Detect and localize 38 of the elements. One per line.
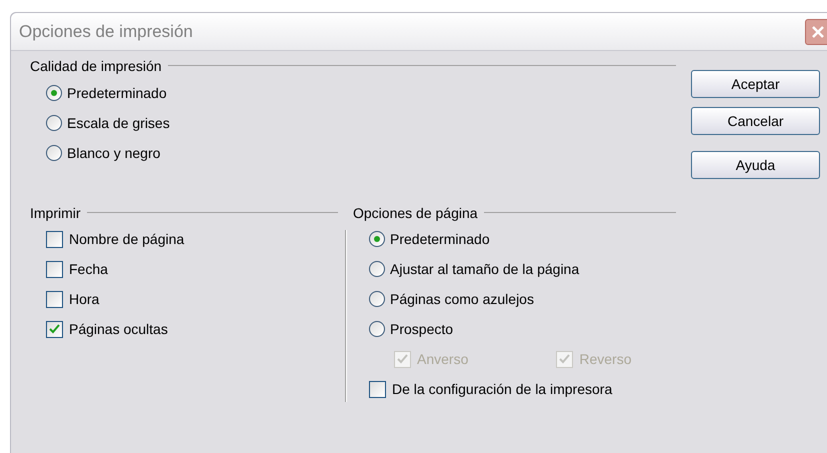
option-label: Páginas como azulejos (390, 290, 534, 309)
option-label: Reverso (579, 350, 632, 368)
dialog-button[interactable]: Ayuda (691, 151, 820, 179)
option-label: Predeterminado (390, 230, 490, 248)
option-label: Hora (69, 290, 100, 308)
checkbox[interactable] (46, 260, 63, 278)
checkbox[interactable] (46, 290, 63, 308)
option-label: De la configuración de la impresora (392, 380, 612, 399)
checkbox[interactable] (46, 230, 63, 248)
group-label: Opciones de página (353, 204, 478, 223)
radio-button[interactable] (369, 291, 385, 307)
close-button[interactable] (805, 18, 827, 44)
checkmark-icon (49, 324, 60, 334)
radio-button[interactable] (46, 85, 62, 101)
option-label: Ajustar al tamaño de la página (390, 260, 580, 279)
checkmark-icon (559, 354, 570, 364)
checkbox[interactable] (46, 320, 63, 338)
checkbox[interactable] (369, 380, 386, 398)
option-label: Escala de grises (67, 114, 170, 133)
group-label: Imprimir (30, 204, 81, 223)
dialog-button[interactable]: Aceptar (691, 70, 820, 98)
checkmark-icon (397, 354, 408, 364)
close-icon (811, 24, 825, 38)
radio-button[interactable] (369, 231, 385, 247)
option-label: Predeterminado (67, 84, 167, 102)
option-label: Prospecto (390, 320, 454, 339)
radio-button[interactable] (369, 321, 385, 337)
option-label: Anverso (417, 350, 468, 368)
radio-button[interactable] (369, 261, 385, 277)
window-title: Opciones de impresión (18, 20, 193, 43)
dialog-button[interactable]: Cancelar (691, 107, 820, 135)
option-label: Fecha (69, 260, 108, 278)
option-label: Nombre de página (69, 230, 184, 249)
group-label: Calidad de impresión (30, 56, 162, 76)
option-label: Páginas ocultas (69, 320, 168, 339)
option-label: Blanco y negro (67, 144, 160, 163)
radio-button[interactable] (46, 145, 62, 161)
radio-button[interactable] (46, 115, 62, 131)
